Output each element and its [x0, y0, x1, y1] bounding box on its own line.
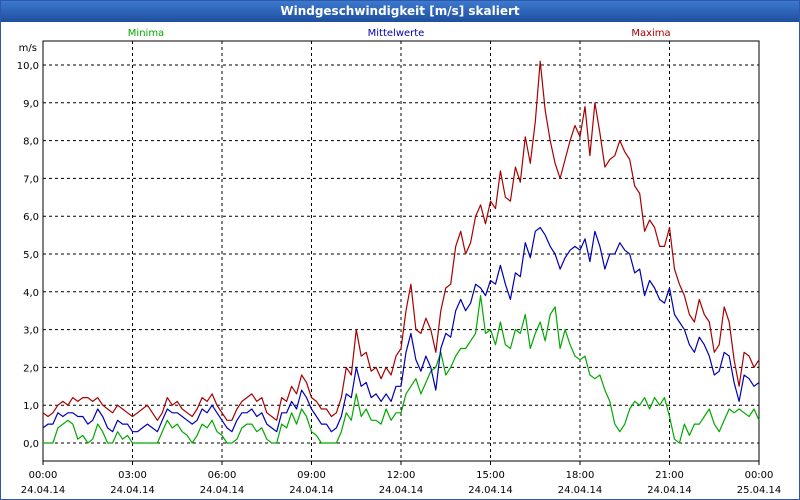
legend-mittelwerte: Mittelwerte	[368, 28, 425, 39]
y-tick-label: 10,0	[17, 61, 39, 72]
x-tick-time-label: 09:00	[297, 470, 326, 481]
y-tick-label: 9,0	[23, 99, 39, 110]
x-tick-time-label: 06:00	[208, 470, 237, 481]
x-tick-time-label: 12:00	[387, 470, 416, 481]
x-tick-date-label: 24.04.14	[558, 485, 603, 496]
legend-minima: Minima	[128, 28, 164, 39]
x-tick-date-label: 25.04.14	[737, 485, 782, 496]
y-tick-label: 1,0	[23, 401, 39, 412]
legend-maxima: Maxima	[631, 28, 670, 39]
x-tick-time-label: 00:00	[29, 470, 58, 481]
x-tick-date-label: 24.04.14	[468, 485, 513, 496]
y-tick-label: 0,0	[23, 439, 39, 450]
y-tick-label: 2,0	[23, 363, 39, 374]
x-tick-time-label: 18:00	[566, 470, 595, 481]
y-tick-label: 8,0	[23, 137, 39, 148]
y-axis-label: m/s	[19, 43, 37, 54]
x-tick-time-label: 21:00	[655, 470, 684, 481]
x-tick-time-label: 00:00	[745, 470, 774, 481]
chart-canvas: 0,0 1,0 2,0 3,0 4,0 5,0 6,0 7,0 8,0 9,0 10,0 00:00 2…	[17, 28, 782, 496]
chart-window: Windgeschwindigkeit [m/s] skaliert 0,0 1,…	[0, 0, 800, 500]
x-tick-time-label: 03:00	[118, 470, 147, 481]
y-tick-label: 3,0	[23, 326, 39, 337]
y-tick-label: 5,0	[23, 250, 39, 261]
x-tick-time-label: 15:00	[476, 470, 505, 481]
x-tick-date-label: 24.04.14	[379, 485, 424, 496]
y-tick-label: 6,0	[23, 212, 39, 223]
window-title: Windgeschwindigkeit [m/s] skaliert	[1, 1, 799, 22]
x-tick-date-label: 24.04.14	[200, 485, 245, 496]
x-tick-date-label: 24.04.14	[289, 485, 334, 496]
x-tick-date-label: 24.04.14	[647, 485, 692, 496]
y-tick-label: 4,0	[23, 288, 39, 299]
y-tick-label: 7,0	[23, 174, 39, 185]
x-tick-date-label: 24.04.14	[110, 485, 155, 496]
x-tick-date-label: 24.04.14	[21, 485, 66, 496]
